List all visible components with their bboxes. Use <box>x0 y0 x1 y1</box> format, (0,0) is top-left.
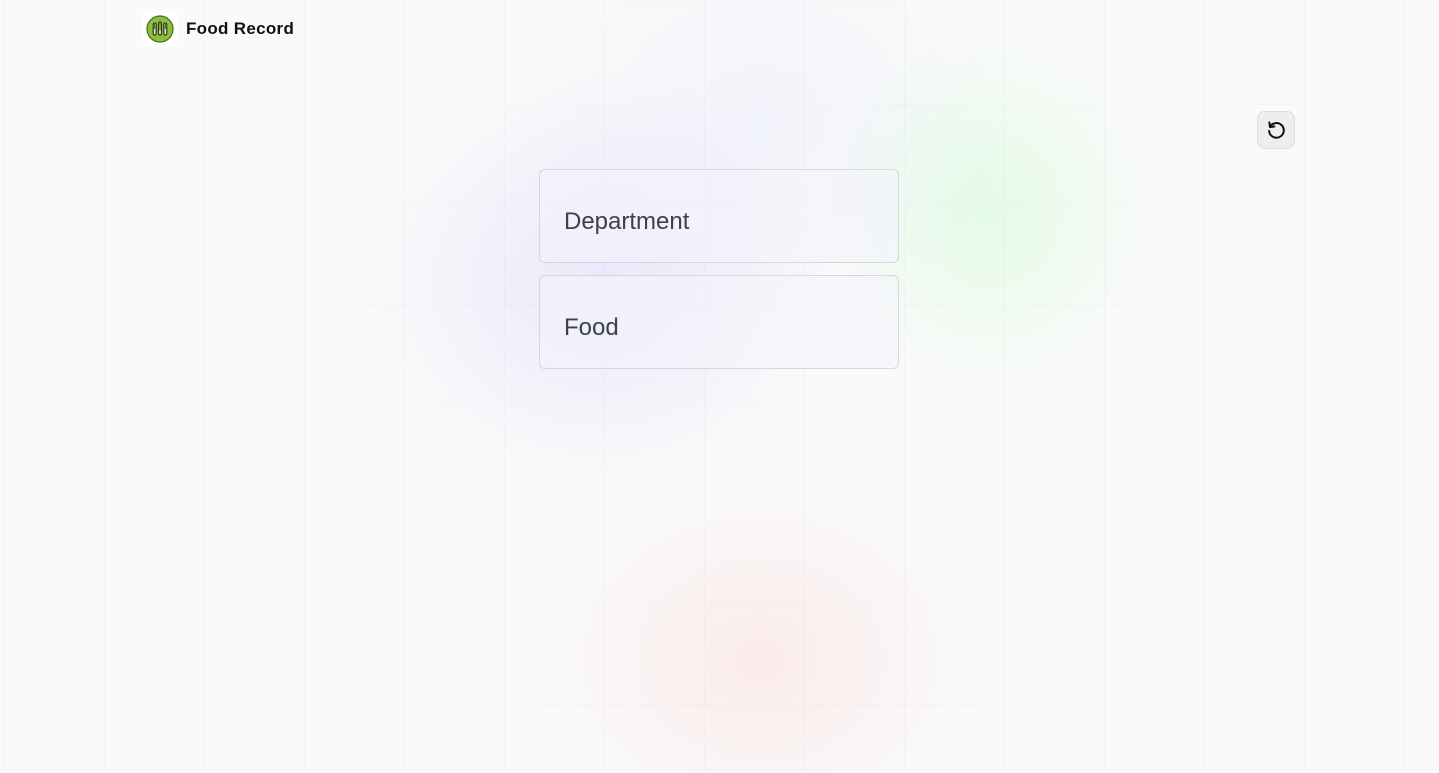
menu-card-label: Department <box>564 208 690 235</box>
menu-card-label: Food <box>564 314 619 341</box>
app-logo <box>143 12 177 46</box>
app-title: Food Record <box>186 19 295 38</box>
refresh-button[interactable] <box>1257 111 1295 149</box>
app-header: Food Record <box>143 12 294 46</box>
fork-knife-logo-icon <box>146 15 174 43</box>
refresh-icon <box>1268 121 1285 139</box>
menu-card-food[interactable]: Food <box>539 275 899 369</box>
background-grid <box>0 0 1439 773</box>
background-glow <box>0 0 1439 773</box>
menu-card-department[interactable]: Department <box>539 169 899 263</box>
